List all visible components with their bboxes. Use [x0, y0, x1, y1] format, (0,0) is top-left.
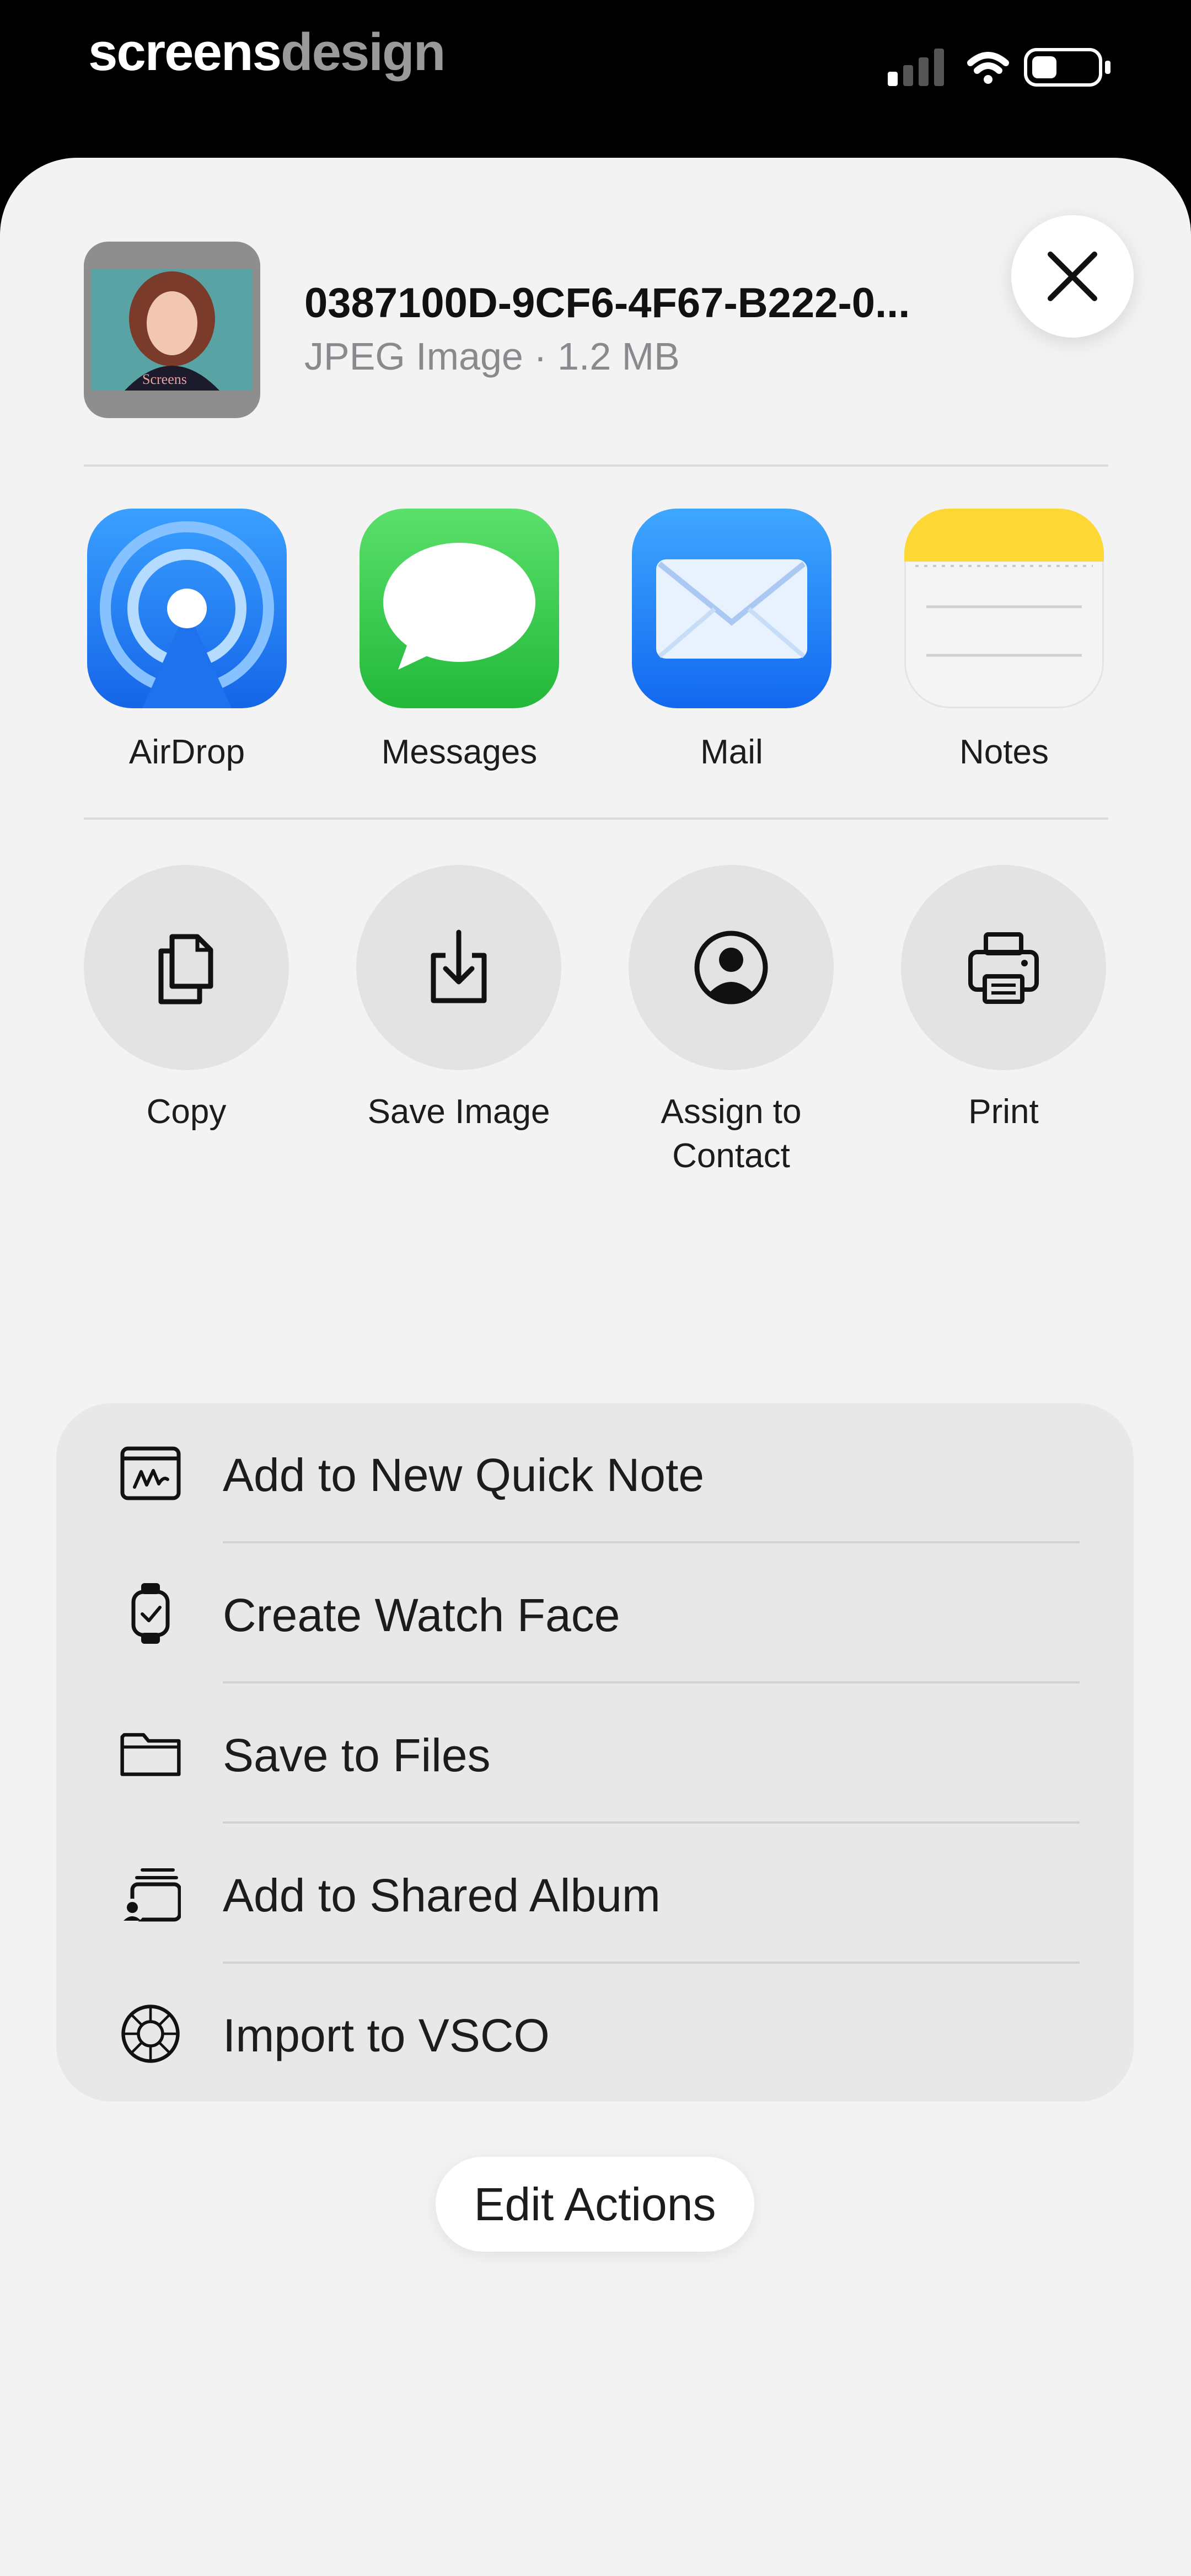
- action-label: Copy: [146, 1093, 227, 1131]
- brand-logo: screensdesign: [88, 23, 446, 82]
- mail-icon: [632, 509, 831, 708]
- battery-icon: [1024, 48, 1110, 87]
- cellular-signal-icon: [888, 49, 944, 86]
- action-label: Import to VSCO: [223, 2010, 550, 2061]
- action-label: Create Watch Face: [223, 1589, 620, 1641]
- action-label: Print: [968, 1093, 1039, 1131]
- action-label: Add to New Quick Note: [223, 1449, 705, 1501]
- app-label: Mail: [700, 733, 763, 771]
- svg-text:Screens: Screens: [142, 371, 187, 387]
- app-notes[interactable]: Notes: [904, 509, 1104, 772]
- action-create-watch-face[interactable]: Create Watch Face: [56, 1543, 1134, 1684]
- action-add-to-shared-album[interactable]: Add to Shared Album: [56, 1824, 1134, 1964]
- copy-icon: [158, 934, 213, 1004]
- image-thumbnail: Screens: [84, 242, 260, 418]
- watch-icon: [131, 1583, 170, 1644]
- app-airdrop[interactable]: AirDrop: [87, 509, 287, 772]
- copy-button[interactable]: Copy: [82, 865, 291, 1134]
- share-sheet: Screens 0387100D-9CF6-4F67-B222-0... JPE…: [0, 158, 1191, 2576]
- file-name: 0387100D-9CF6-4F67-B222-0...: [304, 280, 910, 327]
- wifi-icon: [967, 52, 1009, 84]
- app-label: Notes: [959, 733, 1049, 771]
- shared-album-icon: [120, 1868, 181, 1923]
- divider: [84, 817, 1108, 820]
- messages-icon: [360, 509, 559, 708]
- app-label: AirDrop: [128, 733, 245, 771]
- action-label: Assign to Contact: [661, 1093, 802, 1175]
- edit-actions-button[interactable]: Edit Actions: [436, 2157, 754, 2252]
- quick-note-icon: [120, 1446, 181, 1500]
- action-add-to-new-quick-note[interactable]: Add to New Quick Note: [56, 1403, 1134, 1543]
- app-mail[interactable]: Mail: [632, 509, 831, 772]
- airdrop-icon: [87, 509, 287, 708]
- app-label: Messages: [381, 733, 538, 771]
- photo-preview: Screens: [92, 269, 253, 391]
- assign-to-contact-button[interactable]: Assign to Contact: [626, 865, 836, 1178]
- status-icons: [888, 48, 1110, 87]
- action-label: Add to Shared Album: [223, 1869, 661, 1921]
- vsco-icon: [121, 2005, 180, 2063]
- action-label: Save Image: [367, 1093, 550, 1131]
- save-image-icon: [431, 929, 487, 1003]
- save-image-button[interactable]: Save Image: [354, 865, 564, 1134]
- divider: [84, 464, 1108, 467]
- action-save-to-files[interactable]: Save to Files: [56, 1684, 1134, 1824]
- contact-icon: [694, 931, 768, 1004]
- close-button[interactable]: [1011, 215, 1134, 338]
- app-messages[interactable]: Messages: [360, 509, 559, 772]
- notes-icon: [904, 509, 1104, 708]
- folder-icon: [120, 1733, 181, 1776]
- close-icon: [1048, 252, 1097, 301]
- print-button[interactable]: Print: [899, 865, 1108, 1134]
- file-info: JPEG Image · 1.2 MB: [304, 335, 680, 378]
- status-bar: screensdesign: [0, 0, 1191, 154]
- printer-icon: [968, 932, 1039, 1004]
- action-label: Save to Files: [223, 1729, 491, 1781]
- action-import-to-vsco[interactable]: Import to VSCO: [56, 1964, 1134, 2104]
- action-list: Add to New Quick Note Create Watch Face …: [56, 1403, 1134, 2102]
